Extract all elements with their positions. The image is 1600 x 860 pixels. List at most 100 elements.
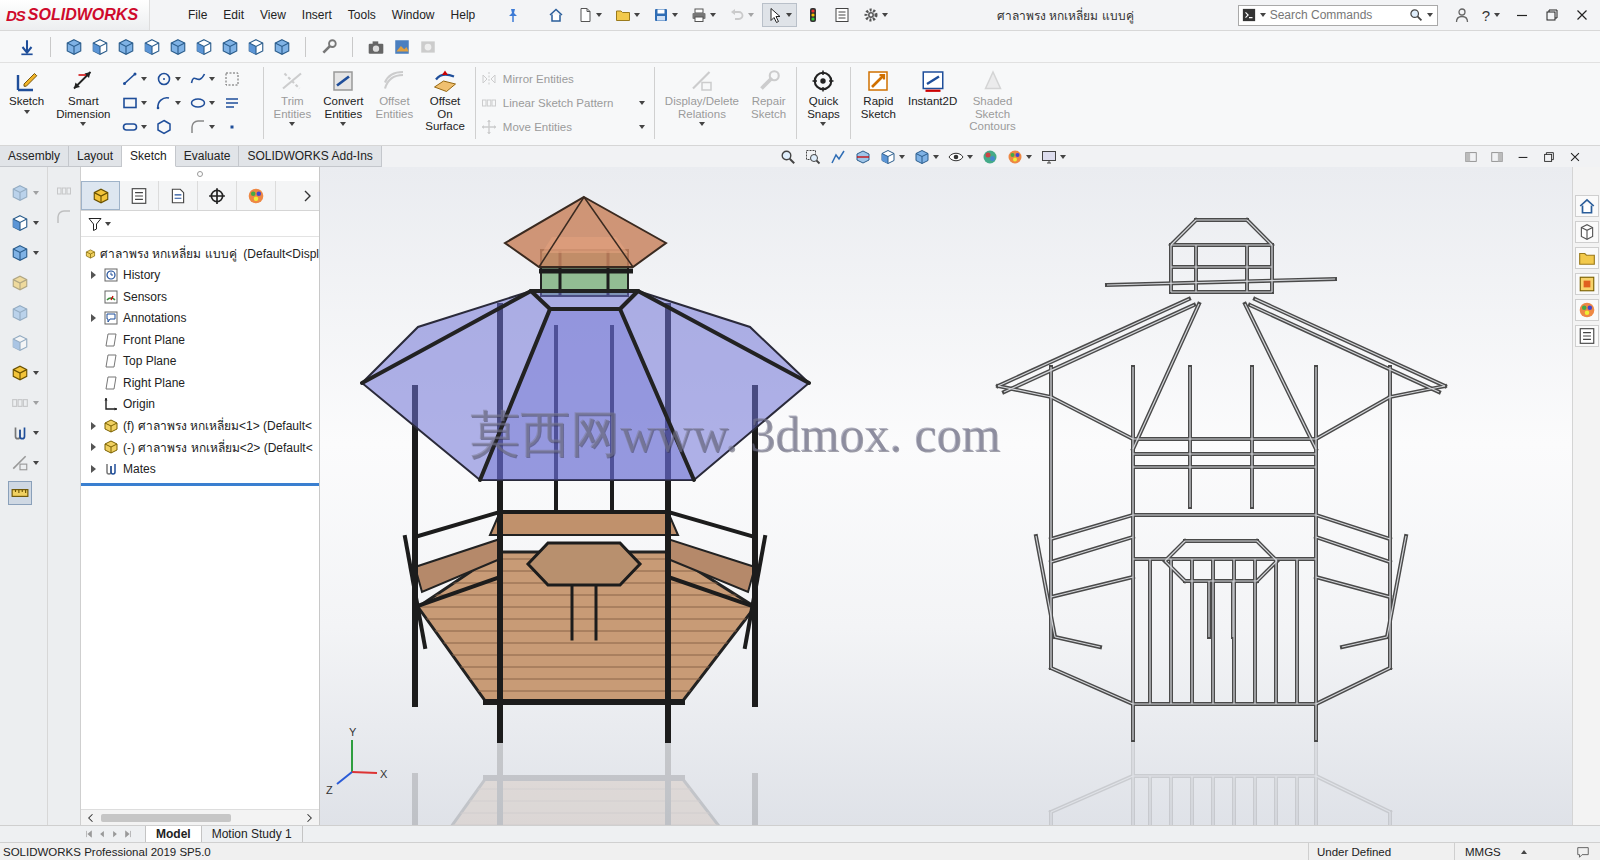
minimize-icon[interactable]: [1514, 7, 1530, 23]
left-toolbar-button[interactable]: [8, 421, 42, 445]
view-cube-icon[interactable]: [247, 38, 265, 56]
heads-up-button[interactable]: [830, 149, 846, 165]
dropdown-arrow[interactable]: [882, 13, 888, 17]
tile-left-icon[interactable]: [1464, 150, 1478, 164]
panel-tab[interactable]: [198, 181, 237, 210]
record-icon[interactable]: [419, 38, 437, 56]
dropdown-arrow[interactable]: [141, 101, 147, 105]
command-tab[interactable]: Evaluate: [176, 146, 240, 167]
command-button[interactable]: Offset Entities: [371, 67, 419, 135]
sketch-tool-button[interactable]: [122, 91, 156, 115]
dropdown-arrow[interactable]: [786, 13, 792, 17]
dropdown-arrow[interactable]: [33, 371, 39, 375]
dropdown-arrow[interactable]: [634, 13, 640, 17]
menu-item[interactable]: View: [252, 8, 294, 22]
left-toolbar-button[interactable]: [8, 211, 42, 235]
command-tab[interactable]: Assembly: [0, 146, 69, 167]
command-button[interactable]: Shaded Sketch Contours: [964, 67, 1021, 135]
left-toolbar-button[interactable]: [8, 331, 32, 355]
tree-item[interactable]: Mates: [81, 458, 319, 480]
sketch-tool-button[interactable]: [224, 115, 258, 139]
dropdown-arrow[interactable]: [748, 13, 754, 17]
insert-down-icon[interactable]: [18, 38, 36, 56]
dropdown-arrow[interactable]: [1026, 155, 1032, 159]
dropdown-arrow[interactable]: [710, 13, 716, 17]
quick-access-button[interactable]: [762, 3, 797, 27]
tree-item[interactable]: History: [81, 265, 319, 287]
heads-up-button[interactable]: [948, 149, 973, 165]
horizontal-scrollbar[interactable]: [81, 809, 319, 825]
close-icon[interactable]: [1574, 7, 1590, 23]
minimize-icon[interactable]: [1516, 150, 1530, 164]
dropdown-arrow[interactable]: [175, 77, 181, 81]
quick-access-button[interactable]: [543, 3, 569, 27]
tree-root[interactable]: ศาลาพรง หกเหลี่ยม แบบคู่ (Default<Displ: [81, 243, 319, 265]
dropdown-arrow[interactable]: [141, 125, 147, 129]
tree-item[interactable]: (-) ศาลาพรง หกเหลี่ยม<2> (Default<: [81, 437, 319, 459]
heads-up-button[interactable]: [1041, 149, 1066, 165]
view-cube-icon[interactable]: [117, 38, 135, 56]
tree-item[interactable]: Sensors: [81, 286, 319, 308]
restore-icon[interactable]: [1542, 150, 1556, 164]
left-toolbar-button[interactable]: [8, 181, 42, 205]
heads-up-button[interactable]: [855, 149, 871, 165]
view-cube-icon[interactable]: [195, 38, 213, 56]
command-tab[interactable]: SOLIDWORKS Add-Ins: [239, 146, 381, 167]
heads-up-button[interactable]: [805, 149, 821, 165]
model-tab[interactable]: Model: [145, 826, 202, 842]
expander[interactable]: [87, 465, 99, 473]
panel-tab[interactable]: [237, 181, 276, 210]
dropdown-arrow[interactable]: [33, 251, 39, 255]
chevron-right-icon[interactable]: [299, 188, 315, 204]
dropdown-arrow[interactable]: [933, 155, 939, 159]
pin-icon[interactable]: [505, 7, 521, 23]
close-icon[interactable]: [1568, 150, 1582, 164]
task-pane-tab[interactable]: [1575, 325, 1599, 347]
dropdown-arrow[interactable]: [24, 110, 30, 114]
dropdown-arrow[interactable]: [209, 101, 215, 105]
sketch-tool-button[interactable]: [224, 67, 258, 91]
next-tab-icon[interactable]: [110, 829, 120, 839]
expander[interactable]: [87, 314, 99, 322]
heads-up-button[interactable]: [780, 149, 796, 165]
command-button[interactable]: Smart Dimension: [51, 67, 115, 128]
scroll-left-icon[interactable]: [85, 812, 97, 824]
fillet-icon[interactable]: [56, 209, 72, 225]
restore-icon[interactable]: [1544, 7, 1560, 23]
units-arrow[interactable]: [1521, 850, 1527, 854]
dropdown-arrow[interactable]: [1494, 13, 1500, 17]
dropdown-arrow[interactable]: [33, 431, 39, 435]
wireframe-gazebo[interactable]: [998, 220, 1445, 740]
quick-access-button[interactable]: [858, 3, 893, 27]
command-button[interactable]: Rapid Sketch: [856, 67, 901, 135]
left-toolbar-button[interactable]: [8, 271, 32, 295]
sketch-tool-button[interactable]: [190, 67, 224, 91]
menu-item[interactable]: File: [180, 8, 215, 22]
quick-access-button[interactable]: [829, 3, 855, 27]
dropdown-arrow[interactable]: [820, 122, 826, 126]
first-tab-icon[interactable]: [84, 829, 94, 839]
unit-system[interactable]: MMGS: [1454, 843, 1570, 860]
tree-filter[interactable]: [81, 211, 319, 237]
menu-item[interactable]: Insert: [294, 8, 340, 22]
camera-icon[interactable]: [367, 38, 385, 56]
command-button[interactable]: Sketch: [4, 67, 49, 128]
tree-item[interactable]: Origin: [81, 394, 319, 416]
left-toolbar-button[interactable]: [8, 481, 32, 505]
dropdown-arrow[interactable]: [340, 122, 346, 126]
dropdown-arrow[interactable]: [209, 77, 215, 81]
scroll-right-icon[interactable]: [303, 812, 315, 824]
left-toolbar-button[interactable]: [8, 241, 42, 265]
dropdown-arrow[interactable]: [639, 101, 645, 105]
graphics-area[interactable]: 莫西网www. 3dmox. comYXZ: [320, 167, 1572, 825]
menu-item[interactable]: Help: [443, 8, 484, 22]
sketch-tool-button[interactable]: [122, 115, 156, 139]
expander[interactable]: [87, 271, 99, 279]
sketch-tool-button[interactable]: [156, 67, 190, 91]
heads-up-button[interactable]: [880, 149, 905, 165]
command-button[interactable]: Display/Delete Relations: [660, 67, 744, 128]
quick-access-button[interactable]: [648, 3, 683, 27]
previous-tab-icon[interactable]: [97, 829, 107, 839]
dropdown-arrow[interactable]: [33, 401, 39, 405]
tree-item[interactable]: Top Plane: [81, 351, 319, 373]
